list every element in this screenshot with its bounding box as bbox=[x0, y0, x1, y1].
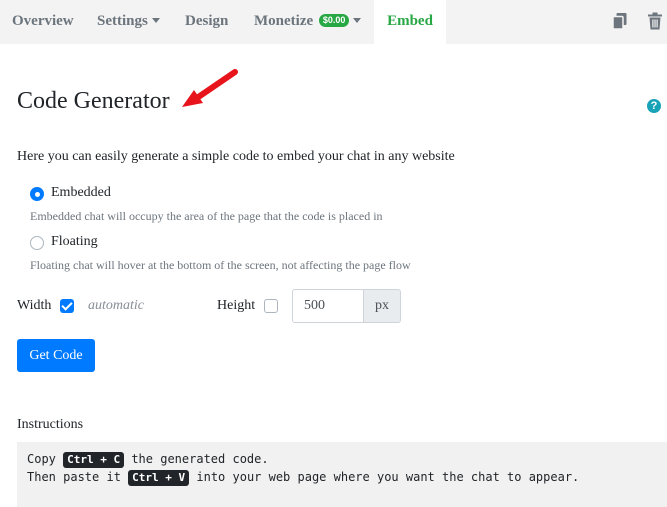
floating-radio-label[interactable]: Floating bbox=[51, 234, 98, 250]
tab-label: Monetize bbox=[254, 13, 314, 29]
tab-label: Settings bbox=[97, 13, 148, 29]
instruction-line-paste: Then paste it Ctrl + V into your web pag… bbox=[27, 470, 579, 486]
tab-label: Embed bbox=[387, 13, 433, 29]
ctrl-c-key: Ctrl + C bbox=[63, 452, 125, 468]
embedded-radio[interactable] bbox=[30, 187, 44, 201]
page-title: Code Generator bbox=[17, 88, 170, 114]
width-automatic-text: automatic bbox=[88, 298, 144, 313]
top-nav: Overview Settings Design Monetize $0.00 … bbox=[0, 0, 667, 44]
floating-radio[interactable] bbox=[30, 236, 44, 250]
tab-embed[interactable]: Embed bbox=[374, 0, 446, 44]
instructions-code-block: Copy Ctrl + C the generated code. Then p… bbox=[17, 442, 667, 507]
height-checkbox[interactable] bbox=[264, 299, 278, 313]
caret-down-icon bbox=[151, 18, 160, 24]
instruction-text: into your web page where you want the ch… bbox=[189, 470, 580, 484]
tab-label: Design bbox=[185, 13, 229, 29]
height-input[interactable] bbox=[292, 289, 364, 323]
intro-text: Here you can easily generate a simple co… bbox=[17, 149, 455, 164]
height-unit-addon: px bbox=[363, 289, 401, 323]
instruction-line-copy: Copy Ctrl + C the generated code. bbox=[27, 452, 269, 468]
instruction-text: the generated code. bbox=[124, 452, 269, 466]
get-code-button[interactable]: Get Code bbox=[17, 339, 95, 372]
instructions-title: Instructions bbox=[17, 417, 84, 432]
tab-monetize[interactable]: Monetize $0.00 bbox=[254, 0, 362, 44]
caret-down-icon bbox=[353, 18, 362, 24]
tab-label: Overview bbox=[12, 13, 74, 29]
instruction-text: Then paste it bbox=[27, 470, 129, 484]
trash-icon[interactable] bbox=[647, 12, 663, 30]
tab-design[interactable]: Design bbox=[185, 0, 228, 44]
width-auto-checkbox[interactable] bbox=[60, 299, 74, 313]
tab-settings[interactable]: Settings bbox=[97, 0, 160, 44]
instruction-text: Copy bbox=[27, 452, 64, 466]
ctrl-v-key: Ctrl + V bbox=[128, 470, 190, 486]
annotation-arrow-icon bbox=[182, 69, 238, 107]
copy-icon[interactable] bbox=[612, 12, 628, 30]
floating-hint: Floating chat will hover at the bottom o… bbox=[30, 258, 411, 272]
width-label: Width bbox=[17, 298, 52, 313]
embedded-hint: Embedded chat will occupy the area of th… bbox=[30, 209, 383, 223]
tab-overview[interactable]: Overview bbox=[12, 0, 74, 44]
embedded-radio-label[interactable]: Embedded bbox=[51, 185, 111, 201]
height-label: Height bbox=[217, 298, 256, 313]
earnings-badge: $0.00 bbox=[318, 14, 350, 28]
help-icon[interactable]: ? bbox=[647, 99, 661, 113]
